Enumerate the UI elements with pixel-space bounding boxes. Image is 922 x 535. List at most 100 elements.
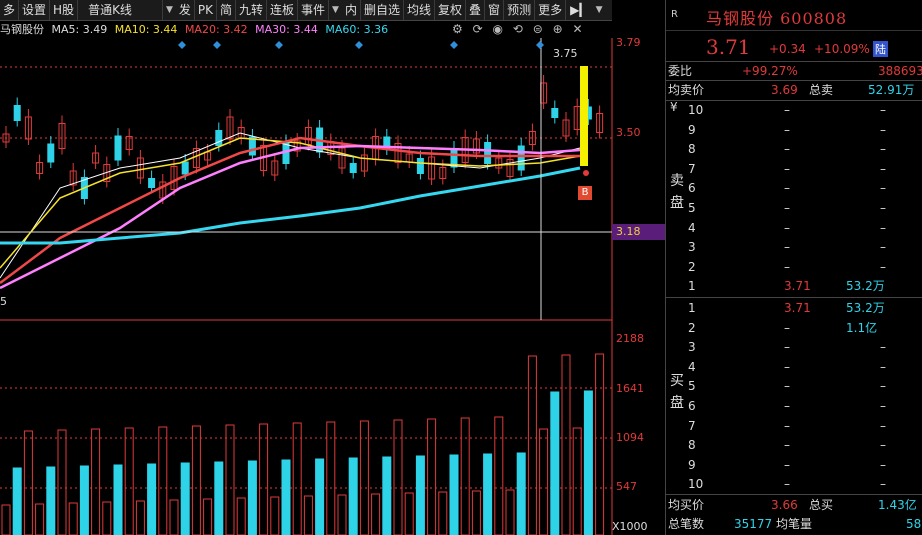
sell-level-row[interactable]: 7 – –: [666, 159, 922, 179]
buy-level-volume: –: [880, 477, 886, 492]
toolbar-item-settings[interactable]: 设置: [19, 0, 51, 20]
toolbar-item-ma[interactable]: 均线: [404, 0, 436, 20]
sell-level-volume: –: [880, 259, 886, 274]
vol-axis-4: 547: [616, 480, 637, 493]
buy-level-row[interactable]: 5 – –: [666, 376, 922, 396]
skip-forward-icon[interactable]: ▶▎: [566, 3, 592, 17]
buy-level-volume: –: [880, 359, 886, 374]
volume-bar: [382, 456, 392, 535]
toolbar-item-limit-board[interactable]: 连板: [267, 0, 299, 20]
toolbar-item-overlay[interactable]: 叠: [466, 0, 486, 20]
buy-level-row[interactable]: 9 – –: [666, 455, 922, 475]
sell-level-row[interactable]: 3 – –: [666, 237, 922, 257]
sync-icon[interactable]: ⟳: [473, 22, 483, 36]
avg-per-trade-label: 均笔量: [776, 517, 813, 531]
settings-gear-icon[interactable]: ⚙: [452, 22, 463, 36]
total-buy-label: 总买: [809, 498, 834, 512]
buy-level-row[interactable]: 6 – –: [666, 396, 922, 416]
chevron-down-icon[interactable]: ▼: [593, 5, 606, 15]
total-buy-value: 1.43亿: [878, 498, 917, 512]
chevron-down-icon[interactable]: ▼: [329, 5, 342, 15]
buy-level-row[interactable]: 3 – –: [666, 337, 922, 357]
buy-level-row[interactable]: 8 – –: [666, 435, 922, 455]
ma5-label: MA5: 3.49: [51, 23, 108, 36]
toolbar-item-simple[interactable]: 简: [217, 0, 236, 20]
weibi-label: 委比: [668, 64, 693, 78]
refresh-icon[interactable]: ⟲: [513, 22, 523, 36]
eye-icon[interactable]: ◉: [492, 22, 502, 36]
sell-level-row[interactable]: 6 – –: [666, 178, 922, 198]
toolbar-item-forecast[interactable]: 预测: [504, 0, 536, 20]
sell-level-row[interactable]: 2 – –: [666, 257, 922, 277]
toolbar-item-more-left[interactable]: 多: [0, 0, 20, 20]
volume-bar: [550, 391, 560, 535]
close-icon[interactable]: ✕: [572, 22, 582, 36]
sell-level-volume: –: [880, 240, 886, 255]
volume-bar: [79, 465, 89, 535]
volume-bar: [404, 492, 414, 535]
buy-level-volume: –: [880, 457, 886, 472]
volume-bar: [561, 354, 571, 535]
buy-level-row[interactable]: 1 3.71 53.2万: [666, 298, 922, 318]
sell-level-row[interactable]: 4 – –: [666, 218, 922, 238]
price-row: 3.71 +0.34 +10.09% 陆: [666, 31, 922, 62]
volume-bar: [135, 500, 145, 535]
buy-level-number: 1: [688, 301, 696, 315]
buy-level-volume: –: [880, 399, 886, 413]
toolbar-item-remove-watchlist[interactable]: 删自选: [361, 0, 404, 20]
buy-level-price: –: [784, 438, 790, 453]
kline-chart[interactable]: 3.79 3.50 3.18 3.75 5 B 2188 1641 1094 5…: [0, 36, 665, 535]
sell-level-row[interactable]: 1 3.71 53.2万: [666, 276, 922, 296]
chevron-down-icon[interactable]: ▼: [163, 5, 176, 15]
volume-bar: [595, 353, 605, 535]
sell-level-row[interactable]: 5 – –: [666, 198, 922, 218]
sell-level-row[interactable]: 9 – –: [666, 120, 922, 140]
volume-bar: [180, 462, 190, 535]
volume-bar: [102, 501, 112, 535]
volume-bar: [68, 502, 78, 535]
buy-level-price: –: [784, 399, 790, 413]
sell-level-price: –: [784, 201, 790, 215]
volume-bar: [303, 495, 313, 535]
toolbar-item-h-share[interactable]: H股: [50, 0, 79, 20]
toolbar-item-publish[interactable]: 发: [176, 0, 195, 20]
toolbar-item-pk[interactable]: PK: [195, 0, 217, 20]
volume-bar: [371, 493, 381, 535]
volume-bar: [158, 426, 168, 535]
zoom-in-icon[interactable]: ⊕: [553, 22, 563, 36]
sell-level-price: –: [784, 259, 790, 274]
sell-level-row[interactable]: 10 – –: [666, 100, 922, 120]
volume-bar: [35, 503, 45, 535]
avg-sell-label: 均卖价: [668, 83, 705, 97]
toolbar-item-window[interactable]: 窗: [485, 0, 505, 20]
volume-bar: [124, 427, 134, 535]
toolbar-item-inner[interactable]: 内: [342, 0, 361, 20]
marker-diamond: [178, 41, 186, 49]
toolbar-item-events[interactable]: 事件: [298, 0, 330, 20]
buy-level-number: 10: [688, 477, 704, 492]
ma10-line: [0, 137, 581, 269]
adjust-icon[interactable]: ⊜: [533, 22, 543, 36]
sell-level-volume: –: [880, 201, 886, 215]
volume-bar: [12, 467, 22, 535]
toolbar-item-nine-turn[interactable]: 九转: [236, 0, 268, 20]
volume-bar: [337, 494, 347, 535]
buy-level-row[interactable]: 10 – –: [666, 474, 922, 494]
sell-level-row[interactable]: 8 – –: [666, 139, 922, 159]
buy-level-price: 3.71: [784, 301, 811, 315]
volume-bar: [259, 423, 269, 535]
buy-signal-badge[interactable]: B: [578, 186, 592, 200]
toolbar-item-adjust[interactable]: 复权: [435, 0, 467, 20]
quote-header: R 马钢股份 600808: [666, 0, 922, 31]
avg-sell-row: 均卖价 3.69 总卖 52.91万: [666, 80, 922, 100]
toolbar-item-more[interactable]: 更多: [535, 0, 567, 20]
buy-level-row[interactable]: 7 – –: [666, 416, 922, 436]
volume-bar: [57, 429, 67, 535]
kline-type-select[interactable]: 普通K线: [78, 0, 163, 20]
buy-side-label: 买盘: [670, 373, 684, 411]
sell-level-price: –: [784, 122, 790, 137]
total-trades-label: 总笔数: [668, 517, 705, 531]
sell-level-number: 6: [688, 181, 696, 196]
buy-level-row[interactable]: 2 – 1.1亿: [666, 318, 922, 338]
buy-level-row[interactable]: 4 – –: [666, 357, 922, 377]
